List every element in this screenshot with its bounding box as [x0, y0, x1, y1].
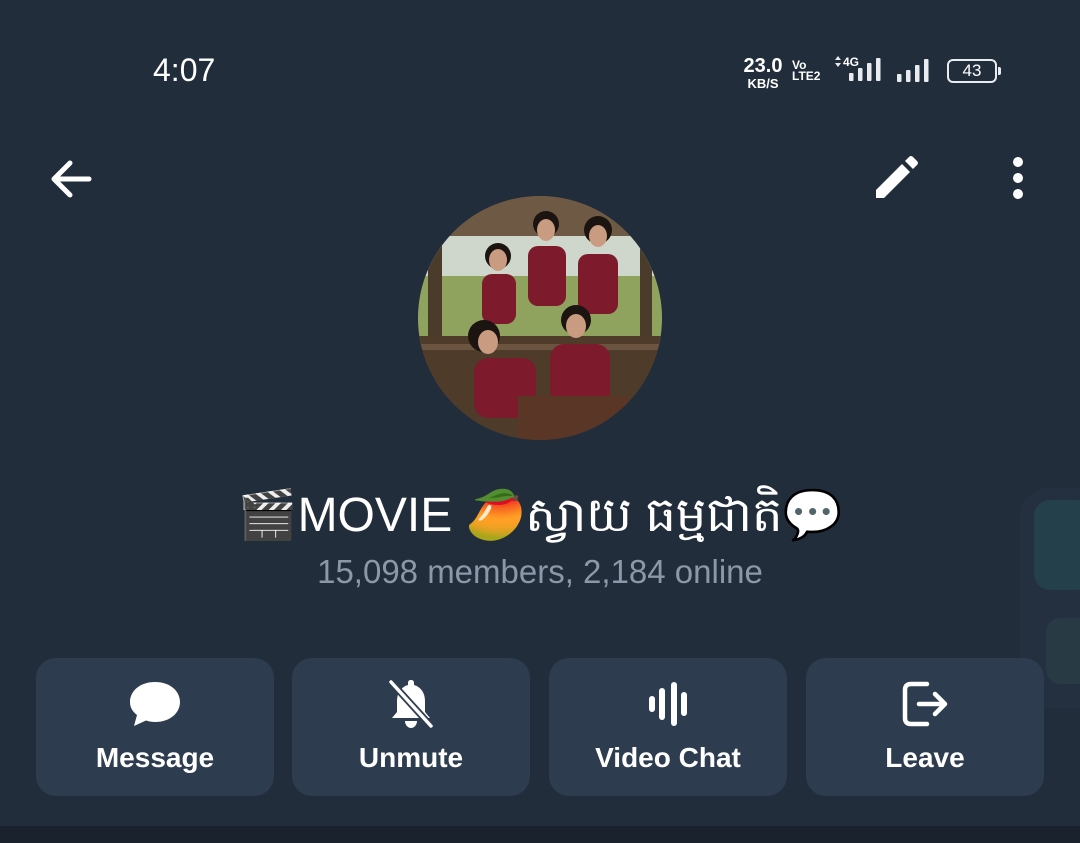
volte-indicator: Vo LTE2 — [792, 59, 821, 83]
voice-chat-icon — [649, 682, 687, 726]
side-panel-button-top[interactable] — [1034, 500, 1080, 590]
bell-off-icon — [388, 679, 434, 729]
leave-button-label: Leave — [885, 742, 965, 773]
edit-button[interactable] — [868, 152, 922, 206]
video-chat-button[interactable]: Video Chat — [549, 658, 787, 796]
channel-avatar[interactable] — [418, 196, 662, 440]
more-options-button[interactable] — [994, 152, 1044, 206]
unmute-button-label: Unmute — [358, 742, 464, 773]
chat-bubble-icon — [130, 682, 180, 726]
network-type-label: 4G — [843, 55, 859, 69]
status-time: 4:07 — [153, 52, 216, 88]
channel-title: 🎬MOVIE 🥭ស្វាយ ធម្មជាតិ💬 — [237, 489, 843, 542]
status-bar: 4:07 23.0 KB/S Vo LTE2 4G 43 — [0, 0, 1080, 140]
bottom-divider-bar — [0, 826, 1080, 843]
member-count: 15,098 members, 2,184 online — [317, 553, 763, 590]
unmute-button[interactable]: Unmute — [292, 658, 530, 796]
back-button[interactable] — [44, 152, 98, 206]
pencil-icon — [876, 156, 918, 198]
network-speed: 23.0 KB/S — [740, 56, 786, 90]
action-buttons-row: Message Unmute Video Chat Leave — [36, 658, 1044, 796]
message-button-label: Message — [95, 742, 215, 773]
volte-bottom-label: LTE2 — [792, 69, 821, 83]
logout-icon — [902, 681, 948, 727]
group-photo-avatar — [418, 196, 662, 440]
video-chat-button-label: Video Chat — [595, 742, 741, 773]
network-speed-value: 23.0 — [743, 55, 783, 77]
network-speed-unit: KB/S — [747, 76, 779, 91]
signal-sim2-icon — [897, 59, 929, 82]
more-vertical-icon — [1013, 157, 1023, 199]
signal-4g-icon: 4G — [835, 55, 881, 81]
arrow-left-icon — [51, 160, 92, 198]
leave-button[interactable]: Leave — [806, 658, 1044, 796]
side-panel-button-bottom[interactable] — [1046, 618, 1080, 684]
battery-icon: 43 — [947, 59, 1001, 83]
message-button[interactable]: Message — [36, 658, 274, 796]
